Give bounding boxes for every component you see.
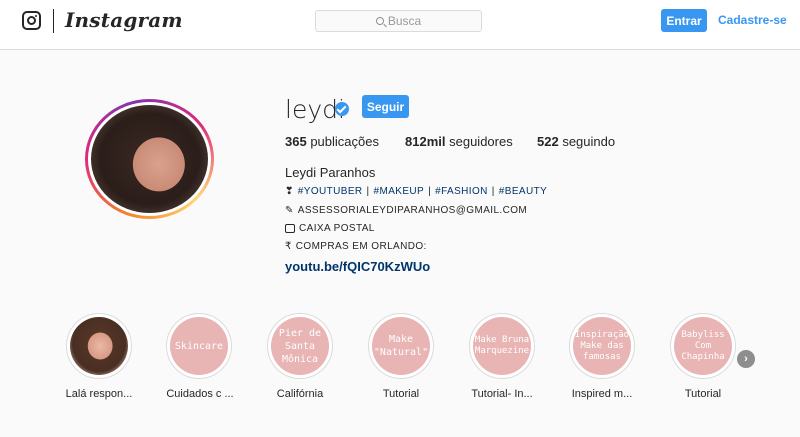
highlight-label[interactable]: Tutorial xyxy=(356,388,446,400)
bio-shopping-line: ₹ COMPRAS EM ORLANDO: xyxy=(285,241,427,252)
bio-tag[interactable]: #MAKEUP xyxy=(374,186,425,197)
highlight-cover: Skincare xyxy=(166,313,232,379)
avatar-photo xyxy=(91,105,208,213)
bio-postal: CAIXA POSTAL xyxy=(299,223,375,234)
logo-divider xyxy=(53,9,54,33)
login-button[interactable]: Entrar xyxy=(661,9,707,32)
highlight-cover-text: Babyliss Com Chapinha xyxy=(681,329,725,362)
highlight-cover-text: Make "Natural" xyxy=(373,334,429,358)
posts-count: 365 publicações xyxy=(285,134,379,149)
highlight-label[interactable]: Cuidados c ... xyxy=(155,388,245,400)
highlight-label[interactable]: Califórnia xyxy=(255,388,345,400)
highlight-cover-text: Make Bruna Marquezine xyxy=(474,335,530,356)
highlight-cover: Make Bruna Marquezine xyxy=(469,313,535,379)
highlight-cover: Inspiração Make das famosas xyxy=(569,313,635,379)
chevron-right-icon: › xyxy=(744,353,748,365)
bio-email-line: ✎ ASSESSORIALEYDIPARANHOS@GMAIL.COM xyxy=(285,205,527,216)
profile-full-name: Leydi Paranhos xyxy=(285,165,376,180)
search-icon xyxy=(375,17,384,25)
profile-link[interactable]: youtu.be/fQIC70KzWUo xyxy=(285,259,430,274)
highlight-label[interactable]: Inspired m... xyxy=(557,388,647,400)
verified-badge-icon xyxy=(335,102,349,116)
highlight-cover: Make "Natural" xyxy=(368,313,434,379)
profile-avatar[interactable] xyxy=(85,99,214,219)
signup-link[interactable]: Cadastre-se xyxy=(718,13,787,27)
highlight-label[interactable]: Lalá respon... xyxy=(54,388,144,400)
highlight-cover xyxy=(66,313,132,379)
bio-shopping: COMPRAS EM ORLANDO: xyxy=(295,241,427,252)
search-placeholder: Busca xyxy=(387,14,422,28)
highlight-photo xyxy=(70,317,128,375)
postbox-icon xyxy=(285,224,295,233)
followers-count[interactable]: 812mil seguidores xyxy=(405,134,513,149)
highlight-cover-text: Skincare xyxy=(174,340,224,352)
mail-icon: ✎ xyxy=(285,205,294,216)
highlight-cover-text: Pier de Santa Mônica xyxy=(278,327,322,365)
bio-tag[interactable]: #YOUTUBER xyxy=(298,186,363,197)
follow-button[interactable]: Seguir xyxy=(362,95,409,118)
bio-email: ASSESSORIALEYDIPARANHOS@GMAIL.COM xyxy=(297,205,528,216)
highlight-cover-text: Inspiração Make das famosas xyxy=(574,329,630,362)
bio-tags-line: ❣ #YOUTUBER | #MAKEUP | #FASHION | #BEAU… xyxy=(285,186,548,197)
search-input[interactable]: Busca xyxy=(315,10,482,32)
bio-tag[interactable]: #FASHION xyxy=(435,186,488,197)
instagram-wordmark[interactable]: Instagram xyxy=(65,8,183,32)
highlights-next-button[interactable]: › xyxy=(737,350,755,368)
highlight-cover: Babyliss Com Chapinha xyxy=(670,313,736,379)
following-count[interactable]: 522 seguindo xyxy=(537,134,615,149)
instagram-camera-icon[interactable] xyxy=(22,11,41,30)
paw-icon: ❣ xyxy=(285,186,294,197)
top-nav: Instagram Busca Entrar Cadastre-se xyxy=(0,0,800,50)
bio-tag[interactable]: #BEAUTY xyxy=(499,186,547,197)
bio-postal-line: CAIXA POSTAL xyxy=(285,223,375,234)
highlight-label[interactable]: Tutorial xyxy=(658,388,748,400)
receipt-icon: ₹ xyxy=(285,241,292,252)
highlight-label[interactable]: Tutorial- In... xyxy=(457,388,547,400)
highlight-cover: Pier de Santa Mônica xyxy=(267,313,333,379)
